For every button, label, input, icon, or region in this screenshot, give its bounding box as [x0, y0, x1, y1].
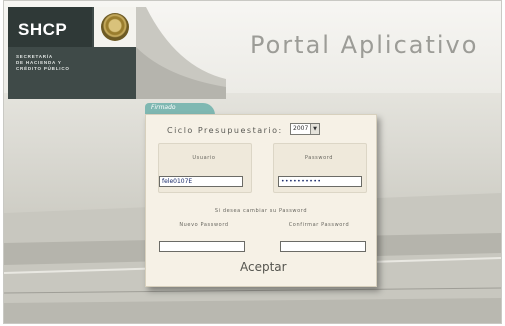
- password-label: Password: [304, 155, 334, 161]
- aceptar-button[interactable]: Aceptar: [240, 260, 287, 274]
- seal-icon: [94, 7, 136, 47]
- page-title: Portal Aplicativo: [250, 31, 479, 59]
- form-tab-label: Firmado: [151, 104, 176, 111]
- nuevo-password-input[interactable]: [159, 241, 245, 252]
- confirmar-password-input[interactable]: [280, 241, 366, 252]
- ciclo-select[interactable]: 2007 ▼: [290, 123, 320, 135]
- ciclo-label: Ciclo Presupuestario:: [167, 126, 283, 135]
- shcp-logo-text: SHCP: [18, 20, 68, 39]
- nuevo-password-label: Nuevo Password: [179, 222, 229, 228]
- header-swoosh: [136, 7, 226, 99]
- portal-window: SHCP SECRETARÍA DE HACIENDA Y CRÉDITO PÚ…: [3, 0, 502, 324]
- cambiar-password-label: Si desea cambiar su Password: [214, 208, 308, 214]
- confirmar-password-label: Confirmar Password: [288, 222, 350, 228]
- ciclo-value: 2007: [293, 125, 309, 132]
- chevron-down-icon[interactable]: ▼: [310, 124, 319, 134]
- shcp-logo-block: SHCP SECRETARÍA DE HACIENDA Y CRÉDITO PÚ…: [8, 7, 136, 99]
- usuario-label: Usuario: [192, 155, 216, 161]
- usuario-input[interactable]: fele0107E: [159, 176, 243, 187]
- department-name: SECRETARÍA DE HACIENDA Y CRÉDITO PÚBLICO: [16, 54, 70, 71]
- password-input[interactable]: ••••••••••: [278, 176, 362, 187]
